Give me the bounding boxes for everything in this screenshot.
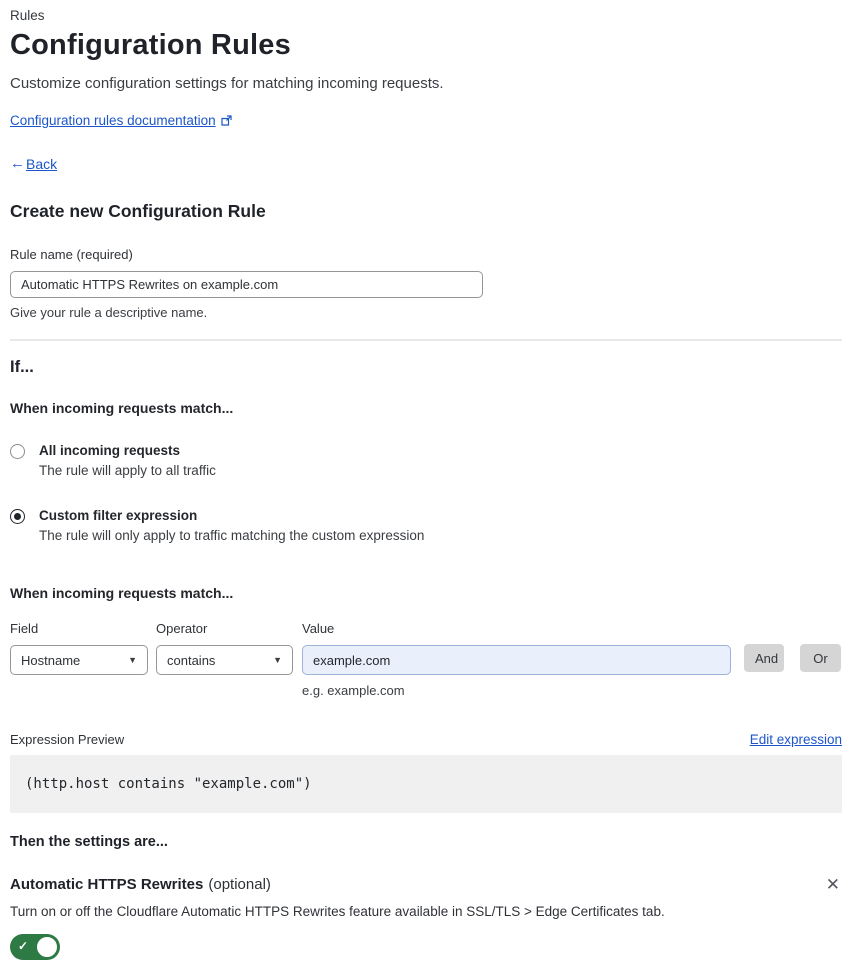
value-input[interactable] bbox=[302, 645, 731, 675]
chevron-down-icon: ▼ bbox=[128, 655, 137, 665]
radio-option-description: The rule will only apply to traffic matc… bbox=[39, 528, 425, 543]
value-help-text: e.g. example.com bbox=[302, 683, 405, 698]
setting-description: Turn on or off the Cloudflare Automatic … bbox=[10, 904, 665, 919]
documentation-link[interactable]: Configuration rules documentation bbox=[10, 113, 216, 128]
radio-option-description: The rule will apply to all traffic bbox=[39, 463, 216, 478]
section-divider bbox=[10, 339, 842, 341]
check-icon: ✓ bbox=[18, 939, 29, 953]
back-link[interactable]: Back bbox=[26, 156, 57, 172]
value-column-label: Value bbox=[302, 621, 335, 636]
rule-name-help: Give your rule a descriptive name. bbox=[10, 305, 208, 320]
edit-expression-link[interactable]: Edit expression bbox=[750, 732, 842, 747]
back-arrow-icon: ← bbox=[10, 155, 25, 172]
if-heading: If... bbox=[10, 358, 34, 376]
toggle-knob bbox=[36, 936, 58, 958]
radio-icon[interactable] bbox=[10, 509, 25, 524]
chevron-down-icon: ▼ bbox=[273, 655, 282, 665]
field-select-value: Hostname bbox=[21, 652, 81, 668]
expression-preview-code-block: (http.host contains "example.com") bbox=[10, 755, 842, 813]
breadcrumb: Rules bbox=[10, 8, 45, 23]
expression-code: (http.host contains "example.com") bbox=[25, 776, 312, 792]
setting-optional-label: (optional) bbox=[208, 876, 271, 893]
rule-name-label: Rule name (required) bbox=[10, 247, 133, 262]
operator-select-value: contains bbox=[167, 652, 216, 668]
then-settings-heading: Then the settings are... bbox=[10, 834, 168, 850]
radio-option-label: All incoming requests bbox=[39, 443, 181, 458]
create-rule-heading: Create new Configuration Rule bbox=[10, 201, 266, 221]
or-button[interactable]: Or bbox=[800, 644, 841, 672]
expression-preview-label: Expression Preview bbox=[10, 732, 125, 747]
page-title: Configuration Rules bbox=[10, 29, 291, 61]
external-link-icon bbox=[221, 115, 232, 126]
match-type-radio-group: All incoming requests The rule will appl… bbox=[10, 443, 842, 543]
expression-builder-row: Field Hostname ▼ Operator contains ▼ Val… bbox=[10, 621, 842, 698]
radio-option-custom-filter[interactable]: Custom filter expression The rule will o… bbox=[10, 508, 842, 543]
automatic-https-rewrites-toggle[interactable]: ✓ bbox=[10, 934, 60, 960]
page-subtitle: Customize configuration settings for mat… bbox=[10, 75, 444, 92]
setting-name: Automatic HTTPS Rewrites bbox=[10, 876, 204, 893]
configuration-rules-page: Rules Configuration Rules Customize conf… bbox=[0, 0, 852, 960]
radio-option-label: Custom filter expression bbox=[39, 508, 198, 523]
radio-icon[interactable] bbox=[10, 444, 25, 459]
and-button[interactable]: And bbox=[744, 644, 784, 672]
operator-select[interactable]: contains ▼ bbox=[156, 645, 293, 675]
match-type-heading: When incoming requests match... bbox=[10, 400, 234, 416]
radio-option-all-incoming[interactable]: All incoming requests The rule will appl… bbox=[10, 443, 842, 478]
expression-builder-heading: When incoming requests match... bbox=[10, 585, 234, 601]
operator-column-label: Operator bbox=[156, 621, 208, 636]
rule-name-input[interactable] bbox=[10, 271, 483, 298]
field-column-label: Field bbox=[10, 621, 39, 636]
field-select[interactable]: Hostname ▼ bbox=[10, 645, 148, 675]
setting-header-row: Automatic HTTPS Rewrites (optional) ✕ bbox=[10, 874, 842, 895]
close-icon[interactable]: ✕ bbox=[824, 874, 842, 895]
